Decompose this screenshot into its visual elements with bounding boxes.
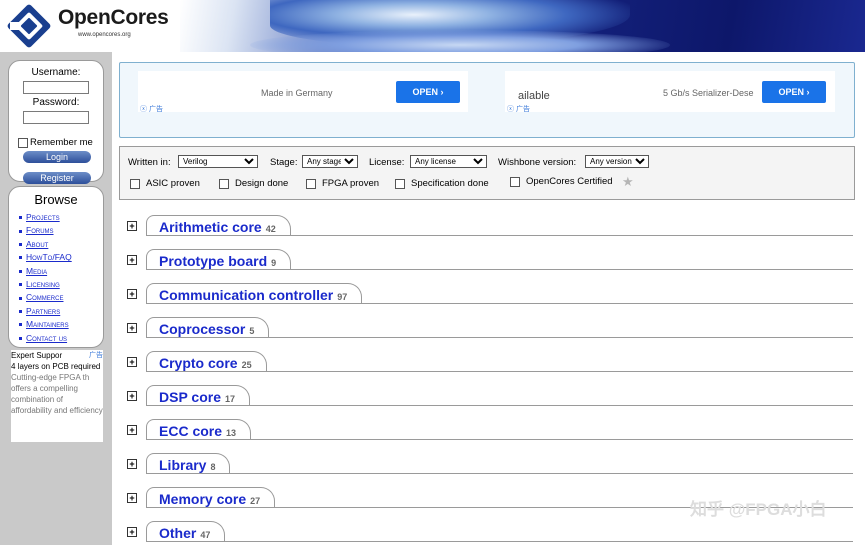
login-panel: Username: Password: Remember me Login Re… bbox=[8, 60, 104, 184]
expand-icon[interactable]: + bbox=[127, 459, 137, 469]
ad-card-1[interactable]: Made in Germany OPEN › ⓧ 广告 bbox=[138, 71, 468, 114]
wishbone-label: Wishbone version: bbox=[498, 157, 577, 168]
top-ad-bar: Made in Germany OPEN › ⓧ 广告 ailable 5 Gb… bbox=[119, 62, 855, 138]
ad-open-button-1[interactable]: OPEN › bbox=[396, 81, 460, 103]
certified-checkbox[interactable] bbox=[510, 176, 520, 187]
expand-icon[interactable]: + bbox=[127, 289, 137, 299]
ad-tag[interactable]: 广告 bbox=[89, 350, 103, 361]
category-row[interactable]: + Library 8 bbox=[119, 451, 853, 477]
ad-close-icon[interactable]: ⓧ 广告 bbox=[140, 104, 163, 114]
category-tab[interactable]: ECC core 13 bbox=[146, 419, 252, 440]
spec-done-check[interactable]: Specification done bbox=[395, 178, 489, 189]
browse-item-media[interactable]: Media bbox=[19, 265, 72, 278]
certified-star-icon: ★ bbox=[622, 174, 634, 189]
browse-item-forums[interactable]: Forums bbox=[19, 224, 72, 237]
license-select[interactable]: Any license bbox=[410, 155, 487, 168]
expand-icon[interactable]: + bbox=[127, 493, 137, 503]
ad-close-icon[interactable]: ⓧ 广告 bbox=[507, 104, 530, 114]
ad-card-2[interactable]: ailable 5 Gb/s Serializer-Dese OPEN › ⓧ … bbox=[505, 71, 835, 114]
login-button[interactable]: Login bbox=[23, 151, 91, 163]
category-tab[interactable]: Other 47 bbox=[146, 521, 226, 542]
main-content: Made in Germany OPEN › ⓧ 广告 ailable 5 Gb… bbox=[112, 52, 865, 545]
browse-item-contact[interactable]: Contact us bbox=[19, 332, 72, 345]
category-row[interactable]: + Crypto core 25 bbox=[119, 349, 853, 375]
category-tab[interactable]: Library 8 bbox=[146, 453, 231, 474]
category-row[interactable]: + Communication controller 97 bbox=[119, 281, 853, 307]
written-in-label: Written in: bbox=[128, 157, 171, 168]
browse-item-maintainers[interactable]: Maintainers bbox=[19, 318, 72, 331]
category-row[interactable]: + Coprocessor 5 bbox=[119, 315, 853, 341]
browse-menu: Projects Forums About HowTo/FAQ Media Li… bbox=[19, 211, 72, 345]
ad-line2: 4 layers on PCB required bbox=[11, 362, 101, 371]
spec-checkbox[interactable] bbox=[395, 178, 405, 189]
browse-item-licensing[interactable]: Licensing bbox=[19, 278, 72, 291]
license-label: License: bbox=[369, 157, 405, 168]
site-header: OpenCores www.opencores.org bbox=[0, 0, 865, 52]
wave-graphic bbox=[250, 30, 670, 52]
left-sidebar: Username: Password: Remember me Login Re… bbox=[0, 52, 112, 545]
register-button[interactable]: Register bbox=[23, 172, 91, 184]
category-row[interactable]: + DSP core 17 bbox=[119, 383, 853, 409]
password-label: Password: bbox=[32, 97, 80, 108]
category-tab[interactable]: Arithmetic core 42 bbox=[146, 215, 291, 236]
category-row[interactable]: + ECC core 13 bbox=[119, 417, 853, 443]
asic-checkbox[interactable] bbox=[130, 178, 140, 189]
category-tab[interactable]: Coprocessor 5 bbox=[146, 317, 270, 338]
wishbone-select[interactable]: Any version bbox=[585, 155, 649, 168]
written-in-select[interactable]: Verilog bbox=[178, 155, 258, 168]
category-tab[interactable]: Communication controller 97 bbox=[146, 283, 363, 304]
browse-item-projects[interactable]: Projects bbox=[19, 211, 72, 224]
browse-item-about[interactable]: About bbox=[19, 238, 72, 251]
browse-title: Browse bbox=[34, 192, 78, 207]
expand-icon[interactable]: + bbox=[127, 527, 137, 537]
stage-select[interactable]: Any stage bbox=[302, 155, 358, 168]
browse-item-howto[interactable]: HowTo/FAQ bbox=[19, 251, 72, 264]
opencores-logo-icon[interactable] bbox=[7, 4, 51, 48]
expand-icon[interactable]: + bbox=[127, 391, 137, 401]
category-row[interactable]: + Other 47 bbox=[119, 519, 853, 545]
asic-proven-check[interactable]: ASIC proven bbox=[130, 178, 200, 189]
category-tab[interactable]: Crypto core 25 bbox=[146, 351, 267, 372]
remember-checkbox[interactable] bbox=[18, 137, 28, 148]
expand-icon[interactable]: + bbox=[127, 221, 137, 231]
left-ad[interactable]: 广告 Expert Suppor 4 layers on PCB require… bbox=[11, 350, 103, 442]
logo-text[interactable]: OpenCores bbox=[58, 6, 169, 30]
design-done-check[interactable]: Design done bbox=[219, 178, 288, 189]
expand-icon[interactable]: + bbox=[127, 425, 137, 435]
fpga-proven-check[interactable]: FPGA proven bbox=[306, 178, 379, 189]
category-tab[interactable]: Prototype board 9 bbox=[146, 249, 292, 270]
stage-label: Stage: bbox=[270, 157, 298, 168]
ad-open-button-2[interactable]: OPEN › bbox=[762, 81, 826, 103]
category-tab[interactable]: DSP core 17 bbox=[146, 385, 251, 406]
category-row[interactable]: + Arithmetic core 42 bbox=[119, 213, 853, 239]
browse-item-commerce[interactable]: Commerce bbox=[19, 291, 72, 304]
ad-text-1: Made in Germany bbox=[261, 88, 333, 98]
category-row[interactable]: + Prototype board 9 bbox=[119, 247, 853, 273]
watermark: 知乎 @FPGA小白 bbox=[690, 500, 827, 519]
remember-label: Remember me bbox=[30, 137, 93, 148]
filter-panel: Written in: Verilog Stage: Any stage Lic… bbox=[119, 146, 855, 200]
logo-subtitle: www.opencores.org bbox=[78, 32, 131, 38]
design-checkbox[interactable] bbox=[219, 178, 229, 189]
browse-item-partners[interactable]: Partners bbox=[19, 305, 72, 318]
remember-me[interactable]: Remember me bbox=[18, 137, 93, 148]
ad-line3: Cutting-edge FPGA th offers a compelling… bbox=[11, 373, 103, 415]
username-input[interactable] bbox=[23, 81, 89, 94]
category-tab[interactable]: Memory core 27 bbox=[146, 487, 276, 508]
expand-icon[interactable]: + bbox=[127, 323, 137, 333]
ad-text-2: ailable bbox=[518, 90, 550, 102]
ad-text-2b: 5 Gb/s Serializer-Dese bbox=[663, 88, 754, 98]
expand-icon[interactable]: + bbox=[127, 357, 137, 367]
expand-icon[interactable]: + bbox=[127, 255, 137, 265]
username-label: Username: bbox=[31, 67, 81, 78]
fpga-checkbox[interactable] bbox=[306, 178, 316, 189]
password-input[interactable] bbox=[23, 111, 89, 124]
certified-check[interactable]: OpenCores Certified bbox=[510, 176, 613, 187]
browse-panel: Browse Projects Forums About HowTo/FAQ M… bbox=[8, 186, 104, 348]
